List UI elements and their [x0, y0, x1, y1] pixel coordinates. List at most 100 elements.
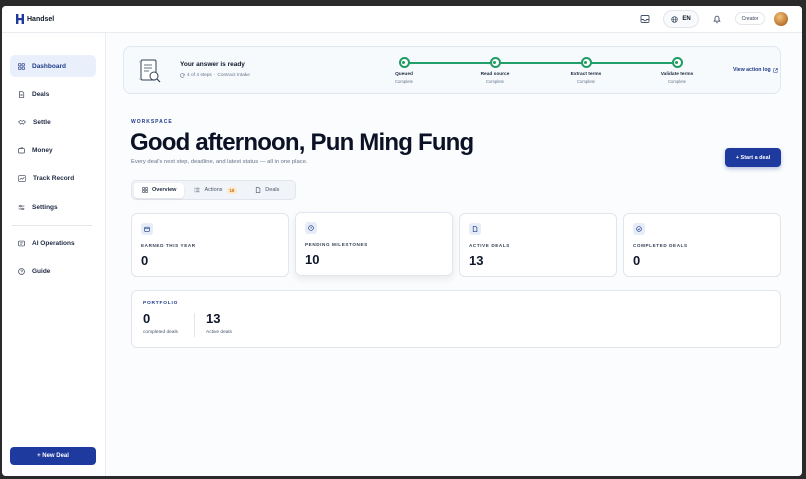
stat-label: EARNED THIS YEAR — [141, 243, 196, 248]
chart-icon — [18, 174, 26, 182]
sidebar-item-track-record[interactable]: Track Record — [10, 167, 96, 189]
step-title: Validate terms — [660, 72, 694, 77]
answer-ready-card: Your answer is ready 4 of 4 steps · Cont… — [123, 46, 781, 94]
tab-actions[interactable]: Actions 10 — [186, 183, 245, 198]
tab-label: Actions — [204, 187, 223, 193]
step-check-icon — [671, 57, 683, 68]
portfolio-card: PORTFOLIO 0 completed deals 13 Active de… — [131, 290, 781, 348]
sidebar-item-dashboard[interactable]: Dashboard — [10, 55, 96, 77]
document-icon — [19, 90, 25, 98]
step-status: Complete — [668, 79, 686, 84]
active-deals-value: 13 — [206, 311, 221, 326]
portfolio-kicker: PORTFOLIO — [143, 301, 179, 306]
tab-label: Overview — [152, 187, 177, 193]
stat-value: 0 — [633, 253, 641, 268]
progress-text: 4 of 4 steps — [187, 73, 212, 78]
inbox-icon[interactable] — [640, 14, 650, 24]
stat-label: ACTIVE DEALS — [469, 243, 510, 248]
step-status: Complete — [486, 79, 504, 84]
tab-overview[interactable]: Overview — [134, 182, 185, 198]
language-label: EN — [682, 16, 691, 22]
step-extract-terms: Extract terms Complete — [556, 57, 616, 84]
sidebar-item-settings[interactable]: Settings — [10, 196, 96, 218]
role-badge[interactable]: Creator — [735, 12, 765, 25]
stat-card-active-deals[interactable]: ACTIVE DEALS 13 — [459, 213, 617, 277]
page-title: Good afternoon, Pun Ming Fung — [130, 129, 474, 156]
bell-icon[interactable] — [712, 14, 722, 24]
external-link-icon — [773, 67, 778, 73]
progress-context: Contract Intake — [217, 73, 250, 78]
sidebar-item-label: Deals — [32, 90, 50, 98]
document-icon — [469, 223, 481, 235]
sidebar-item-ai-operations[interactable]: AI Operations — [10, 232, 96, 254]
sliders-icon — [18, 204, 25, 210]
step-check-icon — [489, 57, 501, 68]
sidebar-item-money[interactable]: Money — [10, 139, 96, 161]
sidebar-item-label: Guide — [32, 267, 51, 275]
document-review-illustration-icon — [139, 59, 161, 83]
action-log-label: View action log — [733, 67, 771, 73]
step-queued: Queued Complete — [374, 57, 434, 84]
list-icon — [194, 187, 200, 193]
handshake-icon — [18, 119, 26, 125]
user-avatar[interactable] — [774, 12, 788, 26]
grid-icon — [18, 62, 25, 70]
wallet-icon — [18, 146, 25, 153]
actions-count-badge: 10 — [226, 186, 238, 194]
app-name: Handsel — [27, 15, 55, 23]
sidebar-item-guide[interactable]: Guide — [10, 260, 96, 282]
stat-value: 13 — [469, 253, 484, 268]
step-read-source: Read source Complete — [465, 57, 525, 84]
stat-card-pending-milestones[interactable]: PENDING MILESTONES 10 — [295, 212, 453, 276]
clock-icon — [305, 222, 317, 234]
grid-icon — [142, 187, 148, 193]
stat-value: 0 — [141, 253, 149, 268]
handsel-logo-icon — [16, 14, 24, 24]
active-deals-label: Active deals — [206, 330, 232, 335]
answer-progress: 4 of 4 steps · Contract Intake — [180, 73, 250, 78]
step-status: Complete — [395, 79, 413, 84]
sidebar-item-label: Settle — [33, 118, 51, 126]
answer-title: Your answer is ready — [180, 61, 245, 68]
globe-icon — [671, 15, 678, 23]
view-action-log-link[interactable]: View action log — [733, 67, 778, 73]
sidebar-divider — [12, 225, 92, 226]
stat-label: COMPLETED DEALS — [633, 243, 688, 248]
step-validate-terms: Validate terms Complete — [647, 57, 707, 84]
completed-deals-label: completed deals — [143, 330, 178, 335]
page-subtitle: Every deal's next step, deadline, and la… — [131, 159, 308, 165]
step-status: Complete — [577, 79, 595, 84]
language-switcher[interactable]: EN — [663, 10, 699, 28]
app-window: Handsel EN Creator Dashboard Deals Settl… — [2, 6, 802, 476]
stat-card-earned[interactable]: EARNED THIS YEAR 0 — [131, 213, 289, 277]
completed-deals-value: 0 — [143, 311, 151, 326]
step-title: Read source — [480, 72, 510, 77]
refresh-icon — [180, 73, 185, 78]
start-deal-button[interactable]: + Start a deal — [725, 148, 781, 167]
new-deal-button[interactable]: + New Deal — [10, 447, 96, 465]
sidebar-item-label: AI Operations — [32, 239, 75, 247]
sidebar-item-label: Dashboard — [32, 62, 66, 70]
dashboard-tabs: Overview Actions 10 Deals — [131, 180, 296, 200]
progress-separator: · — [213, 73, 216, 78]
top-bar: Handsel EN Creator — [2, 6, 802, 33]
sidebar-item-label: Money — [32, 146, 53, 154]
sidebar-item-settle[interactable]: Settle — [10, 111, 96, 133]
step-title: Queued — [395, 72, 413, 77]
workspace-kicker: WORKSPACE — [131, 119, 173, 125]
app-logo[interactable]: Handsel — [16, 14, 54, 24]
calendar-icon — [141, 223, 153, 235]
sidebar: Dashboard Deals Settle Money Track Recor… — [2, 33, 106, 476]
document-icon — [256, 187, 261, 193]
stat-card-completed-deals[interactable]: COMPLETED DEALS 0 — [623, 213, 781, 277]
help-circle-icon — [18, 267, 25, 275]
check-circle-icon — [633, 223, 645, 235]
step-check-icon — [580, 57, 592, 68]
sidebar-item-label: Track Record — [33, 174, 75, 182]
step-check-icon — [398, 57, 410, 68]
sidebar-item-label: Settings — [32, 203, 58, 211]
stat-value: 10 — [305, 252, 320, 267]
tab-deals[interactable]: Deals — [247, 183, 287, 198]
sidebar-item-deals[interactable]: Deals — [10, 83, 96, 105]
main-content: Your answer is ready 4 of 4 steps · Cont… — [107, 33, 802, 476]
